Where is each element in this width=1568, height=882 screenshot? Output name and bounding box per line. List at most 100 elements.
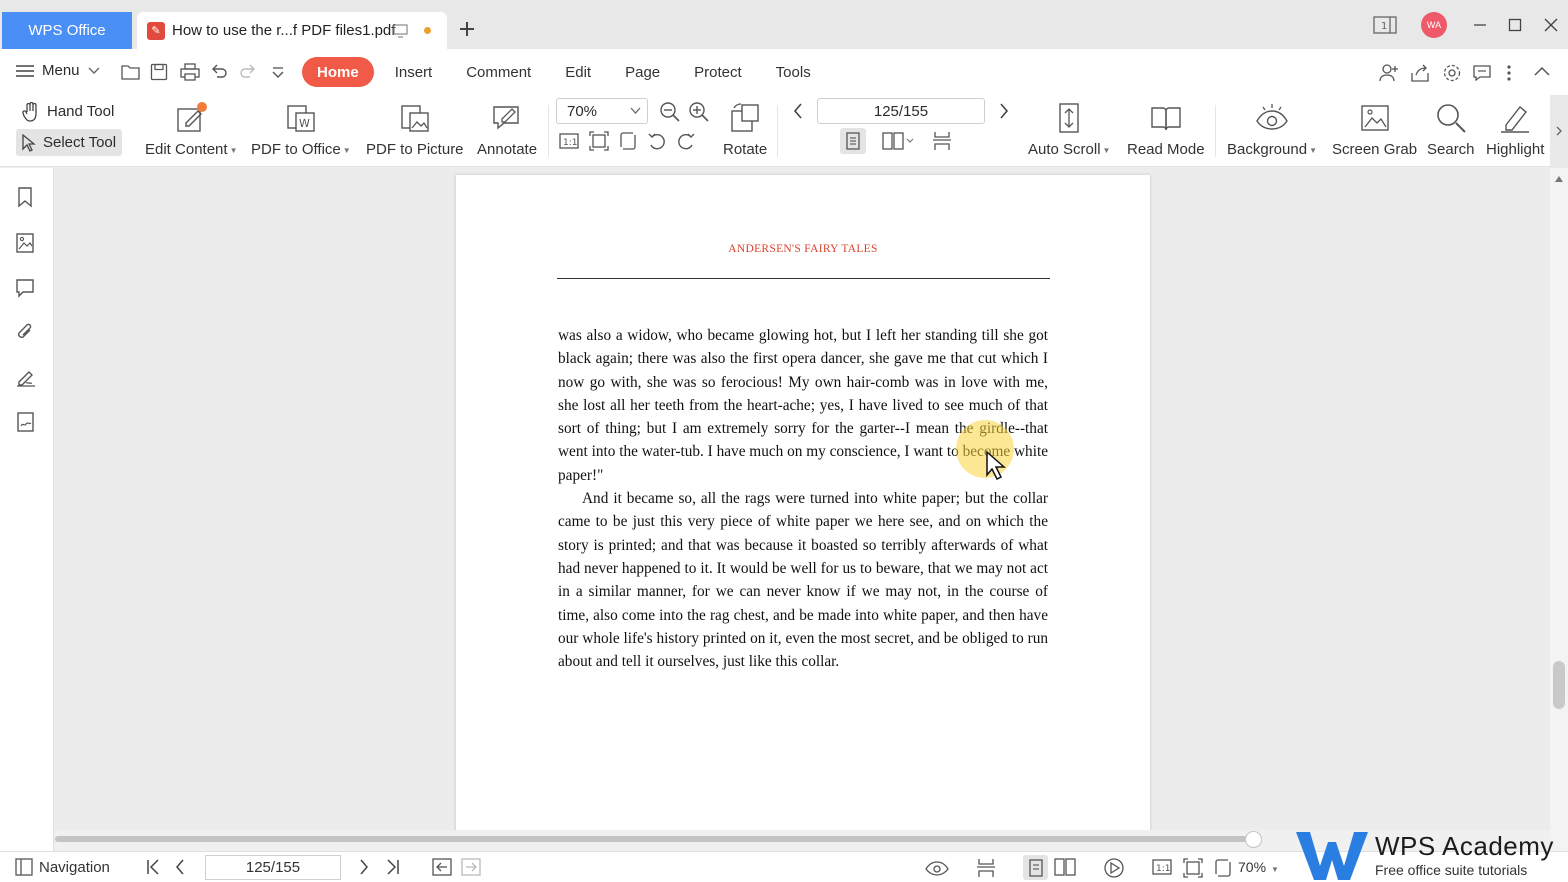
tab-comment[interactable]: Comment (449, 57, 548, 87)
first-page-icon[interactable] (145, 858, 161, 876)
window-layout-icon[interactable]: 1 (1370, 0, 1400, 49)
horizontal-scroll-track[interactable] (55, 836, 1253, 842)
attachment-paperclip-icon[interactable] (15, 321, 35, 343)
collapse-ribbon-icon[interactable] (1533, 63, 1551, 81)
vertical-scroll-thumb[interactable] (1553, 661, 1565, 709)
hand-tool-button[interactable]: Hand Tool (16, 98, 120, 125)
hamburger-icon (16, 64, 34, 77)
tab-insert[interactable]: Insert (378, 57, 450, 87)
previous-page-icon[interactable] (174, 858, 186, 876)
search-button[interactable]: Search (1427, 99, 1475, 158)
tab-page[interactable]: Page (608, 57, 677, 87)
dropdown-caret-icon: ▼ (1271, 865, 1279, 874)
signature-pen-icon[interactable] (15, 366, 37, 388)
actual-size-icon[interactable]: 1:1 (1152, 858, 1172, 876)
redo-icon[interactable] (239, 63, 257, 81)
customize-quick-access-icon[interactable] (271, 63, 285, 81)
share-user-icon[interactable] (1379, 63, 1399, 83)
export-share-icon[interactable] (1410, 63, 1430, 83)
eye-protection-icon[interactable] (925, 858, 949, 876)
comments-panel-icon[interactable] (15, 277, 35, 299)
play-slideshow-icon[interactable] (1103, 858, 1125, 878)
read-mode-button[interactable]: Read Mode (1127, 99, 1205, 158)
rotate-button[interactable]: Rotate (723, 99, 767, 158)
dropdown-caret-icon: ▼ (342, 145, 351, 155)
pdf-to-office-button[interactable]: W PDF to Office ▼ (251, 99, 351, 158)
tab-tools[interactable]: Tools (759, 57, 828, 87)
next-page-icon[interactable] (997, 102, 1011, 120)
print-icon[interactable] (180, 63, 200, 81)
next-page-icon[interactable] (358, 858, 370, 876)
menu-button[interactable]: Menu (16, 62, 100, 79)
thumbnail-image-icon[interactable] (15, 232, 35, 254)
status-page-input[interactable]: 125/155 (205, 855, 341, 880)
dropdown-caret-icon: ▼ (229, 145, 238, 155)
maximize-button[interactable] (1501, 0, 1529, 49)
screen-grab-button[interactable]: Screen Grab (1332, 99, 1417, 158)
svg-text:1: 1 (1381, 21, 1387, 32)
close-button[interactable] (1537, 0, 1565, 49)
tab-home[interactable]: Home (302, 57, 374, 87)
avatar[interactable]: WA (1420, 0, 1448, 49)
minimize-button[interactable] (1466, 0, 1494, 49)
vertical-scrollbar[interactable] (1550, 168, 1568, 851)
wps-office-tab[interactable]: WPS Office (2, 12, 132, 49)
status-zoom-select[interactable]: 70% ▼ (1238, 859, 1279, 875)
highlight-button[interactable]: Highlight (1486, 99, 1544, 158)
rotate-right-icon[interactable] (676, 131, 696, 151)
comment-bubble-icon[interactable] (1472, 63, 1492, 83)
tab-edit[interactable]: Edit (548, 57, 608, 87)
background-button[interactable]: Background ▼ (1227, 99, 1317, 158)
rotate-left-icon[interactable] (647, 131, 667, 151)
paragraph[interactable]: And it became so, all the rags were turn… (558, 487, 1048, 673)
fit-width-icon[interactable] (618, 131, 638, 151)
horizontal-scroll-thumb[interactable] (1245, 831, 1262, 848)
zoom-value: 70% (567, 102, 598, 120)
fit-page-icon[interactable] (1183, 858, 1203, 878)
pdf-to-office-icon: W (284, 99, 318, 137)
two-page-view-icon[interactable] (1054, 858, 1076, 876)
new-tab-button[interactable] (458, 20, 476, 38)
go-forward-icon[interactable] (461, 858, 481, 876)
last-page-icon[interactable] (385, 858, 401, 876)
go-back-icon[interactable] (432, 858, 452, 876)
single-page-view-icon[interactable] (840, 128, 866, 154)
page-number-input[interactable]: 125/155 (817, 98, 985, 124)
arrow-cursor-icon (22, 133, 36, 152)
background-label: Background (1227, 141, 1308, 158)
annotate-button[interactable]: Annotate (477, 99, 537, 158)
zoom-select[interactable]: 70% (556, 98, 648, 124)
screen-grab-label: Screen Grab (1332, 141, 1418, 158)
open-folder-icon[interactable] (121, 63, 141, 81)
zoom-out-icon[interactable] (659, 101, 681, 123)
document-tab[interactable]: ✎ How to use the r...f PDF files1.pdf (137, 12, 447, 49)
actual-size-icon[interactable]: 1:1 (559, 132, 579, 150)
continuous-scroll-icon[interactable] (976, 858, 996, 878)
ribbon-scroll-strip[interactable] (1550, 95, 1568, 168)
pdf-page[interactable]: ANDERSEN'S FAIRY TALES was also a widow,… (456, 175, 1150, 830)
auto-scroll-button[interactable]: Auto Scroll ▼ (1028, 99, 1110, 158)
zoom-in-icon[interactable] (688, 101, 710, 123)
navigation-label: Navigation (39, 858, 110, 876)
single-page-view-icon[interactable] (1023, 855, 1048, 880)
pdf-to-picture-button[interactable]: PDF to Picture (366, 99, 464, 158)
fit-width-icon[interactable] (1213, 858, 1233, 878)
edit-content-button[interactable]: Edit Content ▼ (145, 99, 237, 158)
navigation-toggle[interactable]: Navigation (15, 858, 110, 876)
save-icon[interactable] (150, 63, 168, 81)
hand-icon (22, 101, 37, 122)
scroll-up-icon[interactable] (1555, 176, 1563, 182)
fit-page-icon[interactable] (589, 131, 609, 151)
tab-protect[interactable]: Protect (677, 57, 759, 87)
bookmark-icon[interactable] (15, 186, 35, 208)
settings-gear-icon[interactable] (1442, 63, 1462, 83)
undo-icon[interactable] (210, 63, 228, 81)
continuous-scroll-icon[interactable] (932, 131, 952, 151)
previous-page-icon[interactable] (791, 102, 805, 120)
page-body-text[interactable]: was also a widow, who became glowing hot… (558, 324, 1048, 673)
document-viewport[interactable]: ANDERSEN'S FAIRY TALES was also a widow,… (55, 168, 1550, 830)
more-options-icon[interactable] (1505, 63, 1513, 83)
select-tool-button[interactable]: Select Tool (16, 129, 123, 156)
two-page-view-icon[interactable] (882, 131, 914, 151)
document-signature-icon[interactable] (15, 411, 37, 433)
